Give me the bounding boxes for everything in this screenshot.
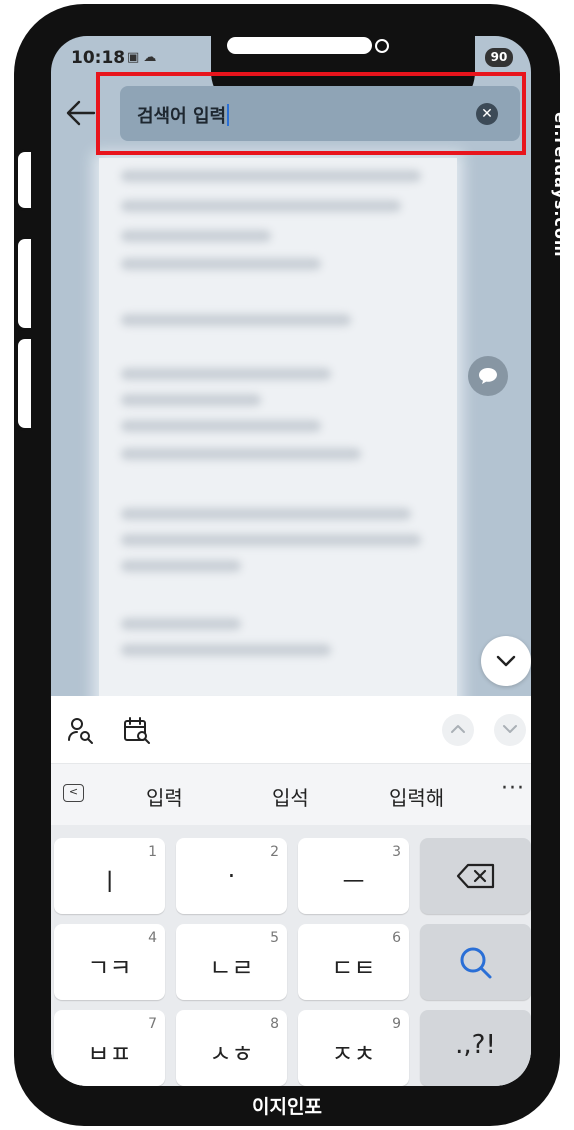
suggestion-bar: < 입력 입석 입력해 ··· <box>51 763 531 825</box>
screen: 10:18 ▣ ☁ ◠ HD .ıl 90 검색어 입력 ✕ <box>51 36 531 1086</box>
key-9[interactable]: ㅈㅊ 9 <box>298 1010 409 1086</box>
front-camera <box>375 39 389 53</box>
calendar-search-icon[interactable] <box>122 715 152 745</box>
speaker-grille <box>227 37 372 54</box>
clock: 10:18 <box>71 48 126 68</box>
key-6[interactable]: ㄷㅌ 6 <box>298 924 409 1000</box>
chevron-down-icon <box>503 725 517 733</box>
search-key[interactable] <box>420 924 531 1000</box>
side-button <box>15 336 31 431</box>
more-options-icon[interactable]: ··· <box>501 776 525 801</box>
backspace-key[interactable] <box>420 838 531 914</box>
chat-icon <box>479 368 497 384</box>
next-result-button[interactable] <box>494 714 526 746</box>
contact-search-icon[interactable] <box>66 715 96 745</box>
key-3[interactable]: ㅡ3 <box>298 838 409 914</box>
notification-icons: ▣ ☁ <box>127 50 157 65</box>
side-button <box>15 149 31 211</box>
chevron-up-icon <box>451 725 465 733</box>
suggestion-item[interactable]: 입석 <box>272 782 309 811</box>
previous-result-button[interactable] <box>442 714 474 746</box>
key-4[interactable]: ㄱㅋ 4 <box>54 924 165 1000</box>
suggestion-item[interactable]: 입력 <box>146 782 183 811</box>
watermark: ei.reidays.com <box>551 112 570 258</box>
search-icon <box>460 947 492 979</box>
key-5[interactable]: ㄴㄹ 5 <box>176 924 287 1000</box>
key-7[interactable]: ㅂㅍ 7 <box>54 1010 165 1086</box>
chat-bubble-button[interactable] <box>468 356 508 396</box>
key-2[interactable]: · 2 <box>176 838 287 914</box>
suggestion-collapse-button[interactable]: < <box>63 784 84 802</box>
search-highlight-box <box>96 72 526 155</box>
punctuation-key[interactable]: .,?! <box>420 1010 531 1086</box>
scroll-down-button[interactable] <box>481 636 531 686</box>
key-1[interactable]: ㅣ1 <box>54 838 165 914</box>
search-toolbar <box>51 696 531 763</box>
backspace-icon <box>456 863 495 889</box>
back-arrow-icon[interactable] <box>64 96 98 130</box>
suggestion-item[interactable]: 입력해 <box>389 782 444 811</box>
chat-document <box>99 158 457 748</box>
battery-indicator: 90 <box>485 48 513 67</box>
side-button <box>15 236 31 331</box>
chevron-down-icon <box>496 655 516 667</box>
footer-label: 이지인포 <box>252 1096 322 1118</box>
keyboard: ㅣ1 · 2 ㅡ3 ㄱㅋ 4 ㄴㄹ 5 ㄷㅌ 6 ㅂㅍ 7 ㅅㅎ 8 ㅈㅊ 9 .,?! <box>51 825 531 1086</box>
key-8[interactable]: ㅅㅎ 8 <box>176 1010 287 1086</box>
